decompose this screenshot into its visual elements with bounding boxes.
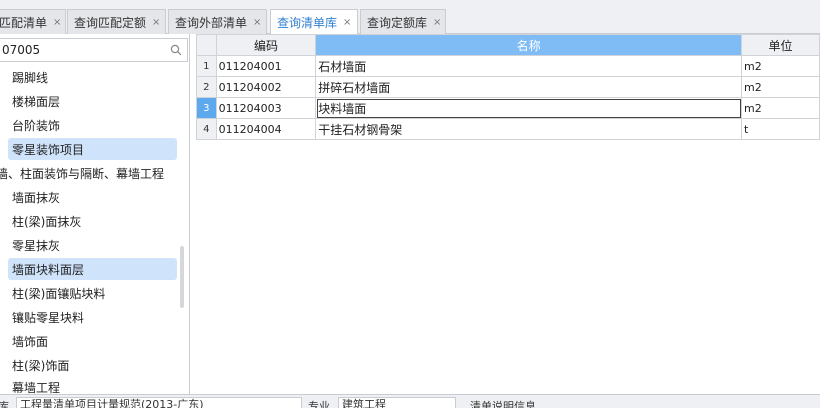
close-icon[interactable]: × xyxy=(253,17,261,28)
tree-item[interactable]: 台阶装饰 xyxy=(8,114,60,136)
tab-bar: 匹配清单 × 查询匹配定额 × 查询外部清单 × 查询清单库 × 查询定额库 × xyxy=(0,0,820,35)
row-number: 2 xyxy=(196,76,217,98)
cell-unit[interactable]: m2 xyxy=(741,97,820,119)
tab-query-quota-library[interactable]: 查询定额库 × xyxy=(360,9,446,34)
search-icon[interactable] xyxy=(165,39,187,61)
table-row[interactable]: 2 011204002 拼碎石材墙面 m2 xyxy=(196,76,820,98)
list-table: 编码 名称 单位 1 011204001 石材墙面 m2 2 011204002… xyxy=(196,34,820,140)
cell-name-focused[interactable]: 块料墙面 xyxy=(315,97,743,119)
tree-scrollbar[interactable] xyxy=(180,246,184,308)
cell-name[interactable]: 石材墙面 xyxy=(315,55,743,77)
tree-item[interactable]: 幕墙工程 xyxy=(8,376,60,395)
column-header-name[interactable]: 名称 xyxy=(315,34,743,56)
close-icon[interactable]: × xyxy=(53,17,61,28)
result-grid: 编码 名称 单位 1 011204001 石材墙面 m2 2 011204002… xyxy=(196,34,820,394)
tree-item[interactable]: 墙饰面 xyxy=(8,330,48,352)
cell-code[interactable]: 011204001 xyxy=(215,55,317,77)
cell-code[interactable]: 011204004 xyxy=(215,118,317,140)
table-row[interactable]: 4 011204004 干挂石材钢骨架 t xyxy=(196,118,820,140)
close-icon[interactable]: × xyxy=(433,17,441,28)
search-input[interactable]: 07005 xyxy=(0,43,165,57)
tab-label: 查询清单库 xyxy=(277,15,338,30)
tab-query-matched-quota[interactable]: 查询匹配定额 × xyxy=(67,9,166,34)
close-icon[interactable]: × xyxy=(343,17,351,28)
tree-item[interactable]: 柱(梁)饰面 xyxy=(8,354,69,376)
tree-item[interactable]: 墙面抹灰 xyxy=(8,186,60,208)
tree-item[interactable]: 柱(梁)面镶贴块料 xyxy=(8,282,105,304)
library-label: 库 xyxy=(0,398,9,408)
tab-label: 查询定额库 xyxy=(367,15,428,30)
left-panel: 07005 踢脚线 楼梯面层 台阶装饰 零星装饰项目 墙、柱面装饰与隔断、幕墙工… xyxy=(0,34,190,394)
tab-match-list[interactable]: 匹配清单 × xyxy=(0,9,66,34)
tab-label: 查询匹配定额 xyxy=(74,15,147,30)
bottom-filter-bar: 库 工程量清单项目计量规范(2013-广东) 专业 建筑工程 清单说明信息 xyxy=(0,394,820,408)
table-row[interactable]: 1 011204001 石材墙面 m2 xyxy=(196,55,820,77)
list-note-label: 清单说明信息 xyxy=(470,400,536,408)
cell-unit[interactable]: t xyxy=(741,118,820,140)
column-header-unit[interactable]: 单位 xyxy=(741,34,820,56)
cell-unit[interactable]: m2 xyxy=(741,76,820,98)
library-select[interactable]: 工程量清单项目计量规范(2013-广东) xyxy=(16,397,302,408)
tab-query-external-list[interactable]: 查询外部清单 × xyxy=(168,9,267,34)
table-row-current[interactable]: 3 011204003 块料墙面 m2 xyxy=(196,97,820,119)
specialty-select[interactable]: 建筑工程 xyxy=(338,397,456,408)
cell-unit[interactable]: m2 xyxy=(741,55,820,77)
tree-item-group[interactable]: 墙、柱面装饰与隔断、幕墙工程 xyxy=(0,162,164,184)
tree-item[interactable]: 镶贴零星块料 xyxy=(8,306,84,328)
row-number: 1 xyxy=(196,55,217,77)
corner-header xyxy=(196,34,217,56)
row-number: 4 xyxy=(196,118,217,140)
cell-name[interactable]: 干挂石材钢骨架 xyxy=(315,118,743,140)
specialty-label: 专业 xyxy=(308,400,330,408)
tree-item[interactable]: 零星抹灰 xyxy=(8,234,60,256)
cell-code[interactable]: 011204002 xyxy=(215,76,317,98)
tab-label: 查询外部清单 xyxy=(175,15,248,30)
tab-label: 匹配清单 xyxy=(0,15,48,30)
search-box[interactable]: 07005 xyxy=(0,38,188,62)
column-header-code[interactable]: 编码 xyxy=(215,34,317,56)
tab-query-list-library[interactable]: 查询清单库 × xyxy=(270,9,358,35)
cell-code[interactable]: 011204003 xyxy=(215,97,317,119)
tree-item-selected[interactable]: 零星装饰项目 xyxy=(8,138,177,160)
close-icon[interactable]: × xyxy=(152,17,160,28)
tree-item-selected[interactable]: 墙面块料面层 xyxy=(8,258,177,280)
tree-item[interactable]: 楼梯面层 xyxy=(8,90,60,112)
cell-name[interactable]: 拼碎石材墙面 xyxy=(315,76,743,98)
row-number: 3 xyxy=(196,97,217,119)
tree-item[interactable]: 踢脚线 xyxy=(8,66,48,88)
tree-item[interactable]: 柱(梁)面抹灰 xyxy=(8,210,81,232)
